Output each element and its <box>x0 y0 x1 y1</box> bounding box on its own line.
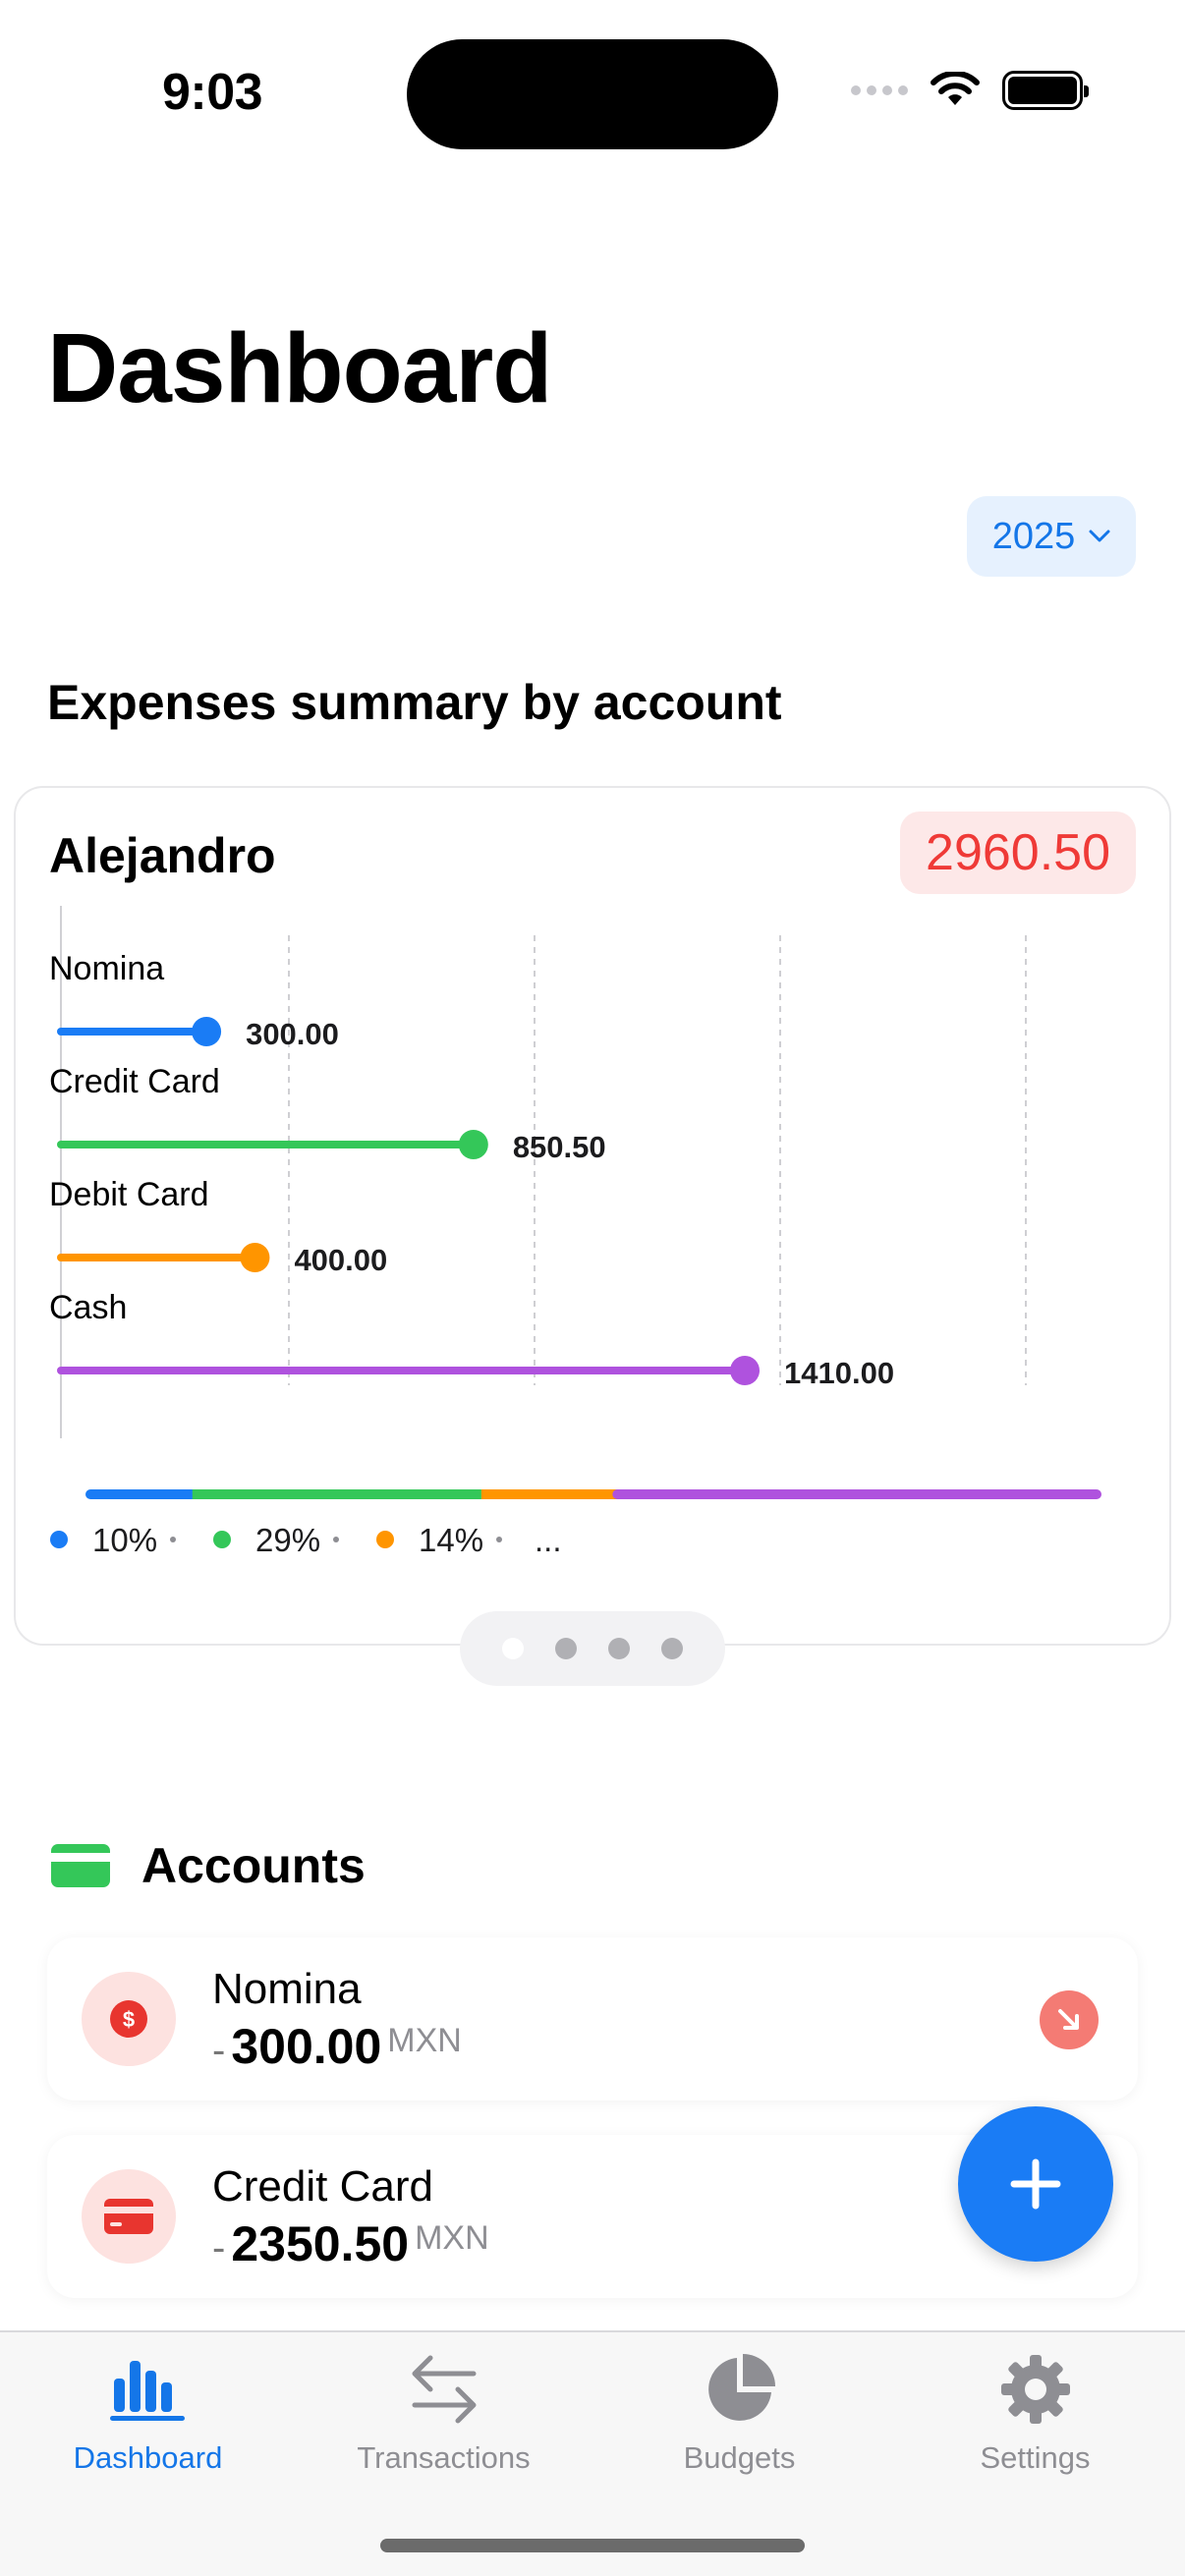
account-balance: - 2350.50 MXN <box>212 2215 489 2272</box>
chart-category-label: Debit Card <box>49 1176 209 1213</box>
legend-separator <box>333 1537 339 1542</box>
legend-separator <box>170 1537 176 1542</box>
account-balance: - 300.00 MXN <box>212 2018 462 2075</box>
chart-value-label: 300.00 <box>246 1017 339 1051</box>
pie-chart-icon <box>707 2354 775 2421</box>
balance-amount: 2350.50 <box>231 2216 410 2271</box>
chart-value-label: 400.00 <box>294 1243 387 1277</box>
balance-currency: MXN <box>415 2219 489 2257</box>
year-picker-value: 2025 <box>991 515 1076 557</box>
legend-dot <box>376 1531 394 1548</box>
chart-value-label: 850.50 <box>513 1130 606 1164</box>
tab-label: Budgets <box>683 2440 796 2475</box>
chart-point <box>240 1243 270 1272</box>
legend-label: 29% <box>255 1522 320 1558</box>
legend-label: 14% <box>419 1522 483 1558</box>
credit-card-icon <box>104 2199 153 2234</box>
plus-icon <box>1010 2158 1061 2210</box>
status-icons <box>851 71 1089 110</box>
page-dot[interactable] <box>502 1638 524 1659</box>
legend-separator <box>496 1537 502 1542</box>
legend-dot <box>213 1531 231 1548</box>
expenses-chart: Nomina 300.00 Credit Card 850.50 Debit Card 4… <box>49 906 1101 1558</box>
chart-value-label: 1410.00 <box>784 1356 894 1390</box>
legend-dot <box>50 1531 68 1548</box>
balance-sign: - <box>212 2226 226 2269</box>
credit-card-icon <box>51 1844 110 1887</box>
dollar-icon: $ <box>110 2000 147 2038</box>
page-title: Dashboard <box>47 313 552 423</box>
cellular-signal-icon <box>851 85 908 95</box>
tab-label: Dashboard <box>73 2440 223 2475</box>
legend-label: 10% <box>92 1522 157 1558</box>
tab-budgets[interactable]: Budgets <box>592 2332 887 2499</box>
tab-dashboard[interactable]: Dashboard <box>0 2332 296 2499</box>
year-picker[interactable]: 2025 <box>967 496 1136 577</box>
home-indicator <box>380 2539 805 2552</box>
chevron-down-icon <box>1089 530 1110 542</box>
balance-currency: MXN <box>387 2022 462 2059</box>
page-dot[interactable] <box>661 1638 683 1659</box>
add-transaction-button[interactable] <box>958 2106 1113 2262</box>
balance-sign: - <box>212 2029 226 2072</box>
balance-amount: 300.00 <box>231 2019 382 2074</box>
account-icon <box>82 2169 176 2264</box>
account-row-nomina[interactable]: $ Nomina - 300.00 MXN <box>47 1937 1138 2100</box>
arrows-icon <box>412 2355 476 2424</box>
chart-point <box>458 1130 488 1159</box>
page-dot[interactable] <box>608 1638 630 1659</box>
battery-icon <box>1002 71 1089 110</box>
chart-category-label: Cash <box>49 1289 127 1326</box>
tab-settings[interactable]: Settings <box>887 2332 1183 2499</box>
dynamic-island <box>407 39 778 149</box>
chart-point <box>192 1017 222 1046</box>
gear-icon <box>1000 2355 1070 2424</box>
account-name: Credit Card <box>212 2162 433 2211</box>
tab-label: Settings <box>980 2440 1091 2475</box>
chart-category-label: Nomina <box>49 950 164 987</box>
account-name: Nomina <box>212 1965 362 2013</box>
page-indicator[interactable] <box>460 1611 725 1686</box>
wifi-icon <box>931 72 980 105</box>
status-time: 9:03 <box>162 64 263 121</box>
accounts-header: Accounts <box>51 1837 366 1894</box>
svg-text:$: $ <box>123 2007 135 2032</box>
accounts-title: Accounts <box>141 1838 366 1893</box>
bar-chart-icon <box>109 2361 185 2421</box>
trend-down-icon <box>1040 1990 1099 2049</box>
account-icon: $ <box>82 1972 176 2066</box>
expenses-section-title: Expenses summary by account <box>47 675 782 730</box>
legend-more: ... <box>535 1522 562 1558</box>
page-dot[interactable] <box>555 1638 577 1659</box>
chart-category-label: Credit Card <box>49 1063 220 1100</box>
expenses-summary-card[interactable]: Alejandro 2960.50 Nomina 300.00 Credit Car… <box>14 786 1171 1646</box>
tab-transactions[interactable]: Transactions <box>296 2332 592 2499</box>
chart-point <box>730 1356 760 1385</box>
tab-label: Transactions <box>357 2440 531 2475</box>
